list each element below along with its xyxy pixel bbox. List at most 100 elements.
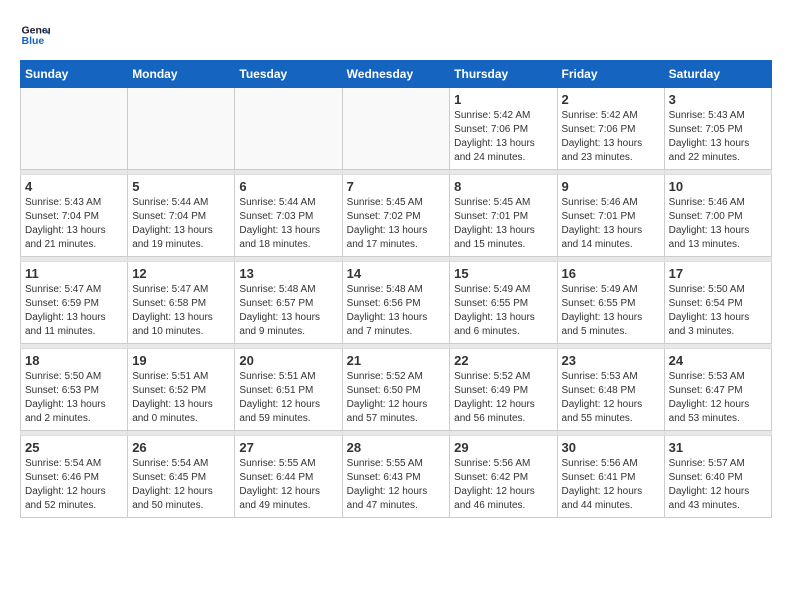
calendar-cell	[235, 88, 342, 170]
calendar-cell	[21, 88, 128, 170]
day-number: 11	[25, 266, 123, 281]
calendar-header-row: SundayMondayTuesdayWednesdayThursdayFrid…	[21, 61, 772, 88]
day-number: 16	[562, 266, 660, 281]
day-number: 29	[454, 440, 552, 455]
calendar-cell: 23 Sunrise: 5:53 AM Sunset: 6:48 PM Dayli…	[557, 349, 664, 431]
day-info: Sunrise: 5:51 AM Sunset: 6:51 PM Dayligh…	[239, 370, 337, 426]
day-info: Sunrise: 5:48 AM Sunset: 6:57 PM Dayligh…	[239, 283, 337, 339]
day-number: 27	[239, 440, 337, 455]
day-info: Sunrise: 5:52 AM Sunset: 6:50 PM Dayligh…	[347, 370, 446, 426]
day-number: 14	[347, 266, 446, 281]
day-number: 31	[669, 440, 767, 455]
day-info: Sunrise: 5:43 AM Sunset: 7:05 PM Dayligh…	[669, 109, 767, 165]
day-info: Sunrise: 5:53 AM Sunset: 6:47 PM Dayligh…	[669, 370, 767, 426]
calendar-cell: 20 Sunrise: 5:51 AM Sunset: 6:51 PM Dayli…	[235, 349, 342, 431]
day-info: Sunrise: 5:56 AM Sunset: 6:42 PM Dayligh…	[454, 457, 552, 513]
day-number: 5	[132, 179, 230, 194]
calendar-cell: 21 Sunrise: 5:52 AM Sunset: 6:50 PM Dayli…	[342, 349, 450, 431]
day-number: 24	[669, 353, 767, 368]
calendar-cell: 10 Sunrise: 5:46 AM Sunset: 7:00 PM Dayli…	[664, 175, 771, 257]
calendar-cell: 29 Sunrise: 5:56 AM Sunset: 6:42 PM Dayli…	[450, 436, 557, 518]
day-info: Sunrise: 5:48 AM Sunset: 6:56 PM Dayligh…	[347, 283, 446, 339]
day-number: 23	[562, 353, 660, 368]
day-number: 12	[132, 266, 230, 281]
day-info: Sunrise: 5:50 AM Sunset: 6:54 PM Dayligh…	[669, 283, 767, 339]
calendar-cell: 13Sunrise: 5:48 AM Sunset: 6:57 PM Dayli…	[235, 262, 342, 344]
page-header: General Blue	[20, 20, 772, 50]
day-number: 3	[669, 92, 767, 107]
calendar-cell: 16 Sunrise: 5:49 AM Sunset: 6:55 PM Dayli…	[557, 262, 664, 344]
day-number: 28	[347, 440, 446, 455]
day-info: Sunrise: 5:45 AM Sunset: 7:01 PM Dayligh…	[454, 196, 552, 252]
day-info: Sunrise: 5:50 AM Sunset: 6:53 PM Dayligh…	[25, 370, 123, 426]
day-number: 17	[669, 266, 767, 281]
day-number: 15	[454, 266, 552, 281]
day-info: Sunrise: 5:55 AM Sunset: 6:44 PM Dayligh…	[239, 457, 337, 513]
calendar-cell: 31 Sunrise: 5:57 AM Sunset: 6:40 PM Dayli…	[664, 436, 771, 518]
logo-icon: General Blue	[20, 20, 50, 50]
day-number: 26	[132, 440, 230, 455]
calendar-cell: 22 Sunrise: 5:52 AM Sunset: 6:49 PM Dayli…	[450, 349, 557, 431]
day-info: Sunrise: 5:42 AM Sunset: 7:06 PM Dayligh…	[562, 109, 660, 165]
day-info: Sunrise: 5:53 AM Sunset: 6:48 PM Dayligh…	[562, 370, 660, 426]
day-info: Sunrise: 5:44 AM Sunset: 7:03 PM Dayligh…	[239, 196, 337, 252]
svg-text:Blue: Blue	[22, 35, 45, 47]
day-number: 6	[239, 179, 337, 194]
col-header-thursday: Thursday	[450, 61, 557, 88]
calendar-cell: 19Sunrise: 5:51 AM Sunset: 6:52 PM Dayli…	[128, 349, 235, 431]
day-number: 4	[25, 179, 123, 194]
day-info: Sunrise: 5:51 AM Sunset: 6:52 PM Dayligh…	[132, 370, 230, 426]
day-number: 20	[239, 353, 337, 368]
day-info: Sunrise: 5:49 AM Sunset: 6:55 PM Dayligh…	[454, 283, 552, 339]
col-header-friday: Friday	[557, 61, 664, 88]
calendar-cell: 27 Sunrise: 5:55 AM Sunset: 6:44 PM Dayli…	[235, 436, 342, 518]
day-number: 1	[454, 92, 552, 107]
day-info: Sunrise: 5:52 AM Sunset: 6:49 PM Dayligh…	[454, 370, 552, 426]
calendar-cell: 4 Sunrise: 5:43 AM Sunset: 7:04 PM Daylig…	[21, 175, 128, 257]
col-header-sunday: Sunday	[21, 61, 128, 88]
calendar-table: SundayMondayTuesdayWednesdayThursdayFrid…	[20, 60, 772, 518]
day-number: 8	[454, 179, 552, 194]
calendar-cell: 28 Sunrise: 5:55 AM Sunset: 6:43 PM Dayli…	[342, 436, 450, 518]
day-info: Sunrise: 5:57 AM Sunset: 6:40 PM Dayligh…	[669, 457, 767, 513]
day-number: 7	[347, 179, 446, 194]
calendar-cell: 17 Sunrise: 5:50 AM Sunset: 6:54 PM Dayli…	[664, 262, 771, 344]
col-header-saturday: Saturday	[664, 61, 771, 88]
calendar-week-2: 4 Sunrise: 5:43 AM Sunset: 7:04 PM Daylig…	[21, 175, 772, 257]
day-info: Sunrise: 5:47 AM Sunset: 6:59 PM Dayligh…	[25, 283, 123, 339]
day-number: 21	[347, 353, 446, 368]
day-info: Sunrise: 5:49 AM Sunset: 6:55 PM Dayligh…	[562, 283, 660, 339]
col-header-tuesday: Tuesday	[235, 61, 342, 88]
day-number: 10	[669, 179, 767, 194]
day-number: 9	[562, 179, 660, 194]
calendar-cell: 11 Sunrise: 5:47 AM Sunset: 6:59 PM Dayli…	[21, 262, 128, 344]
calendar-cell: 26 Sunrise: 5:54 AM Sunset: 6:45 PM Dayli…	[128, 436, 235, 518]
calendar-cell: 12 Sunrise: 5:47 AM Sunset: 6:58 PM Dayli…	[128, 262, 235, 344]
calendar-week-3: 11 Sunrise: 5:47 AM Sunset: 6:59 PM Dayli…	[21, 262, 772, 344]
day-number: 18	[25, 353, 123, 368]
day-info: Sunrise: 5:46 AM Sunset: 7:00 PM Dayligh…	[669, 196, 767, 252]
logo: General Blue	[20, 20, 54, 50]
calendar-cell	[128, 88, 235, 170]
day-info: Sunrise: 5:54 AM Sunset: 6:45 PM Dayligh…	[132, 457, 230, 513]
calendar-cell: 7 Sunrise: 5:45 AM Sunset: 7:02 PM Daylig…	[342, 175, 450, 257]
calendar-week-4: 18 Sunrise: 5:50 AM Sunset: 6:53 PM Dayli…	[21, 349, 772, 431]
day-number: 22	[454, 353, 552, 368]
calendar-cell: 8 Sunrise: 5:45 AM Sunset: 7:01 PM Daylig…	[450, 175, 557, 257]
calendar-week-1: 1 Sunrise: 5:42 AM Sunset: 7:06 PM Daylig…	[21, 88, 772, 170]
calendar-cell: 2 Sunrise: 5:42 AM Sunset: 7:06 PM Daylig…	[557, 88, 664, 170]
day-number: 2	[562, 92, 660, 107]
calendar-cell: 9Sunrise: 5:46 AM Sunset: 7:01 PM Daylig…	[557, 175, 664, 257]
calendar-cell: 24 Sunrise: 5:53 AM Sunset: 6:47 PM Dayli…	[664, 349, 771, 431]
day-info: Sunrise: 5:47 AM Sunset: 6:58 PM Dayligh…	[132, 283, 230, 339]
calendar-cell: 15 Sunrise: 5:49 AM Sunset: 6:55 PM Dayli…	[450, 262, 557, 344]
calendar-cell	[342, 88, 450, 170]
day-info: Sunrise: 5:43 AM Sunset: 7:04 PM Dayligh…	[25, 196, 123, 252]
calendar-cell: 18 Sunrise: 5:50 AM Sunset: 6:53 PM Dayli…	[21, 349, 128, 431]
day-info: Sunrise: 5:54 AM Sunset: 6:46 PM Dayligh…	[25, 457, 123, 513]
col-header-wednesday: Wednesday	[342, 61, 450, 88]
day-info: Sunrise: 5:56 AM Sunset: 6:41 PM Dayligh…	[562, 457, 660, 513]
day-info: Sunrise: 5:45 AM Sunset: 7:02 PM Dayligh…	[347, 196, 446, 252]
day-number: 30	[562, 440, 660, 455]
day-info: Sunrise: 5:55 AM Sunset: 6:43 PM Dayligh…	[347, 457, 446, 513]
